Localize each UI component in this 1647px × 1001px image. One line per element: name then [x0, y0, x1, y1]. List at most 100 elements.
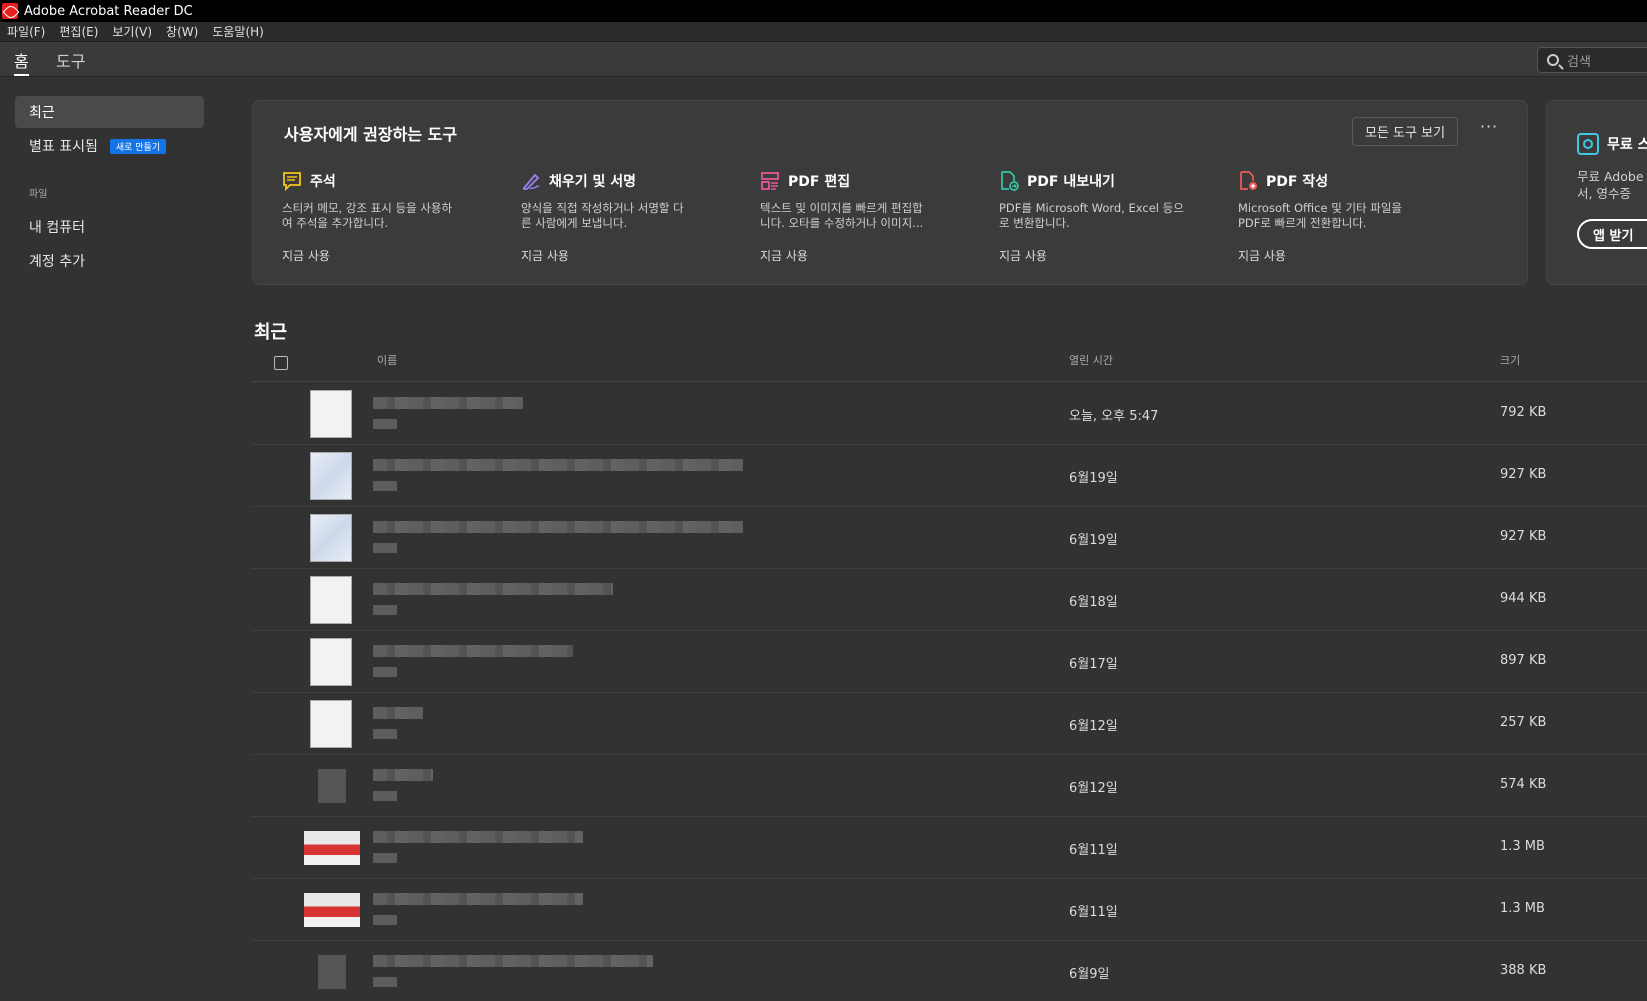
- tool-desc-line: 로 변환합니다.: [999, 216, 1070, 230]
- file-name-redacted[interactable]: [373, 769, 433, 781]
- use-now-link[interactable]: 지금 사용: [760, 247, 970, 264]
- promo-card: 무료 스 무료 Adobe 서, 영수증 앱 받기: [1546, 100, 1647, 285]
- column-opened[interactable]: 열린 시간: [1069, 352, 1113, 368]
- file-size: 944 KB: [1500, 591, 1547, 606]
- menu-file[interactable]: 파일(F): [0, 23, 52, 40]
- file-type-redacted: [373, 667, 397, 677]
- tool-desc-line: 여 주석을 추가합니다.: [282, 216, 389, 230]
- file-opened-time: 6월12일: [1069, 781, 1118, 796]
- file-name-redacted[interactable]: [373, 397, 523, 409]
- file-thumbnail: [304, 893, 360, 927]
- file-row[interactable]: 6월19일 927 KB: [252, 445, 1647, 507]
- get-app-button[interactable]: 앱 받기: [1577, 219, 1647, 249]
- file-row[interactable]: 6월19일 927 KB: [252, 507, 1647, 569]
- file-opened-time: 6월11일: [1069, 905, 1118, 920]
- tool-name: 주석: [310, 174, 336, 190]
- tool-desc-line: PDF를 Microsoft Word, Excel 등으: [999, 201, 1184, 215]
- sidebar-item-label: 최근: [29, 105, 55, 121]
- tool-desc-line: Microsoft Office 및 기타 파일을: [1238, 201, 1403, 215]
- tool-comment[interactable]: 주석 스티커 메모, 강조 표시 등을 사용하 여 주석을 추가합니다. 지금 …: [282, 171, 492, 264]
- file-opened-time: 6월12일: [1069, 719, 1118, 734]
- use-now-link[interactable]: 지금 사용: [999, 247, 1209, 264]
- sidebar-item-my-computer[interactable]: 내 컴퓨터: [15, 211, 204, 243]
- tab-home[interactable]: 홈: [14, 48, 29, 76]
- file-type-redacted: [373, 791, 397, 801]
- file-name-redacted[interactable]: [373, 955, 653, 967]
- file-name-redacted[interactable]: [373, 707, 423, 719]
- file-opened-time: 6월17일: [1069, 657, 1118, 672]
- menu-window[interactable]: 창(W): [159, 23, 205, 40]
- tool-export-pdf[interactable]: PDF 내보내기 PDF를 Microsoft Word, Excel 등으 로…: [999, 171, 1209, 264]
- use-now-link[interactable]: 지금 사용: [521, 247, 731, 264]
- file-name-redacted[interactable]: [373, 893, 583, 905]
- file-thumbnail: [310, 452, 352, 500]
- file-row[interactable]: 6월12일 574 KB: [252, 755, 1647, 817]
- sidebar-item-label: 별표 표시됨: [29, 139, 98, 155]
- use-now-link[interactable]: 지금 사용: [1238, 247, 1448, 264]
- menu-view[interactable]: 보기(V): [105, 23, 159, 40]
- view-all-tools-button[interactable]: 모든 도구 보기: [1352, 117, 1459, 146]
- file-type-redacted: [373, 729, 397, 739]
- title-bar: Adobe Acrobat Reader DC: [0, 0, 1647, 22]
- file-thumbnail: [318, 955, 346, 989]
- file-thumbnail: [310, 700, 352, 748]
- use-now-link[interactable]: 지금 사용: [282, 247, 492, 264]
- file-opened-time: 6월18일: [1069, 595, 1118, 610]
- column-name[interactable]: 이름: [377, 352, 397, 368]
- file-size: 927 KB: [1500, 529, 1547, 544]
- scan-icon: [1577, 133, 1599, 155]
- edit-pdf-icon: [760, 171, 780, 191]
- select-all-checkbox[interactable]: [274, 356, 288, 370]
- sidebar-item-label: 내 컴퓨터: [29, 220, 85, 236]
- more-options-icon[interactable]: ···: [1477, 117, 1501, 137]
- file-row[interactable]: 6월12일 257 KB: [252, 693, 1647, 755]
- menu-edit[interactable]: 편집(E): [52, 23, 105, 40]
- file-row[interactable]: 6월9일 388 KB: [252, 941, 1647, 1001]
- file-size: 257 KB: [1500, 715, 1547, 730]
- tool-fill-sign[interactable]: 채우기 및 서명 양식을 직접 작성하거나 서명할 다 른 사람에게 보냅니다.…: [521, 171, 731, 264]
- file-type-redacted: [373, 543, 397, 553]
- promo-description: 무료 Adobe 서, 영수증: [1577, 168, 1644, 202]
- window-title: Adobe Acrobat Reader DC: [24, 3, 193, 19]
- new-badge: 새로 만들기: [109, 138, 167, 154]
- tool-create-pdf[interactable]: PDF 작성 Microsoft Office 및 기타 파일을 PDF로 빠르…: [1238, 171, 1448, 264]
- file-opened-time: 6월9일: [1069, 967, 1110, 982]
- file-thumbnail: [304, 831, 360, 865]
- tool-edit-pdf[interactable]: PDF 편집 텍스트 및 이미지를 빠르게 편집합 니다. 오타를 수정하거나 …: [760, 171, 970, 264]
- file-name-redacted[interactable]: [373, 521, 743, 533]
- file-size: 897 KB: [1500, 653, 1547, 668]
- sidebar-item-label: 계정 추가: [29, 254, 85, 270]
- menu-help[interactable]: 도움말(H): [205, 23, 271, 40]
- tab-tools[interactable]: 도구: [56, 48, 85, 76]
- file-type-redacted: [373, 419, 397, 429]
- sidebar-item-starred[interactable]: 별표 표시됨 새로 만들기: [15, 130, 204, 162]
- promo-desc-line: 무료 Adobe: [1577, 169, 1644, 184]
- file-thumbnail: [310, 390, 352, 438]
- file-row[interactable]: 6월17일 897 KB: [252, 631, 1647, 693]
- search-icon: [1547, 54, 1559, 66]
- tool-name: PDF 내보내기: [1027, 174, 1115, 190]
- file-name-redacted[interactable]: [373, 459, 743, 471]
- file-row[interactable]: 6월18일 944 KB: [252, 569, 1647, 631]
- export-pdf-icon: [999, 171, 1019, 191]
- sidebar: 최근 별표 표시됨 새로 만들기 파일 내 컴퓨터 계정 추가: [0, 78, 220, 1001]
- acrobat-logo-icon: [2, 3, 18, 19]
- file-row[interactable]: 6월11일 1.3 MB: [252, 879, 1647, 941]
- file-name-redacted[interactable]: [373, 583, 613, 595]
- file-opened-time: 오늘, 오후 5:47: [1069, 409, 1159, 424]
- file-name-redacted[interactable]: [373, 831, 583, 843]
- file-size: 1.3 MB: [1500, 839, 1545, 854]
- file-row[interactable]: 6월11일 1.3 MB: [252, 817, 1647, 879]
- promo-desc-line: 서, 영수증: [1577, 186, 1631, 201]
- tool-name: PDF 작성: [1266, 174, 1329, 190]
- column-size[interactable]: 크기: [1500, 352, 1520, 368]
- tab-bar: 홈 도구 검색: [0, 42, 1647, 77]
- search-input[interactable]: 검색: [1537, 47, 1647, 73]
- tool-name: 채우기 및 서명: [549, 174, 637, 190]
- file-row[interactable]: 오늘, 오후 5:47 792 KB: [252, 383, 1647, 445]
- file-type-redacted: [373, 977, 397, 987]
- sidebar-item-add-account[interactable]: 계정 추가: [15, 245, 204, 277]
- sidebar-item-recent[interactable]: 최근: [15, 96, 204, 128]
- file-name-redacted[interactable]: [373, 645, 573, 657]
- file-thumbnail: [310, 638, 352, 686]
